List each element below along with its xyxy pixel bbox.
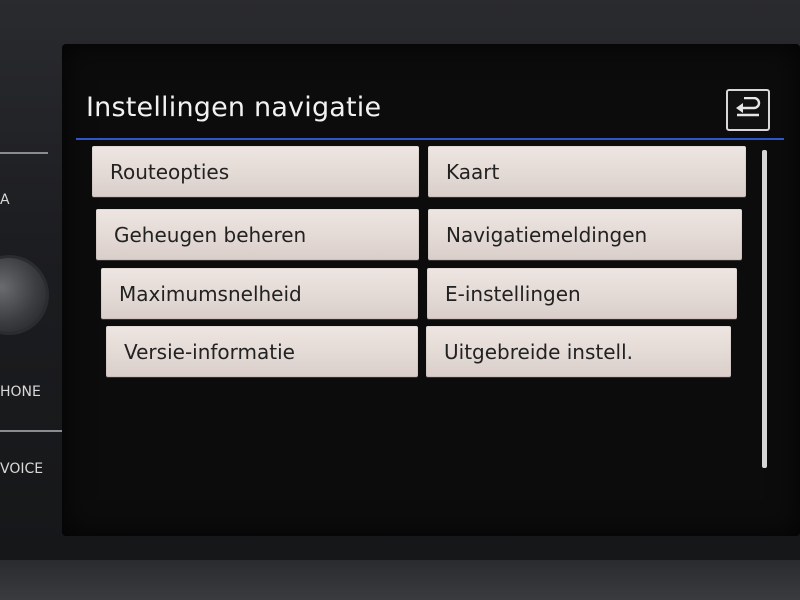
menu-item-label: Versie-informatie (124, 339, 295, 364)
back-button[interactable] (726, 89, 770, 131)
side-button-label-phone[interactable]: HONE (0, 384, 41, 400)
menu-item-kaart[interactable]: Kaart (428, 146, 746, 197)
menu-item-label: Kaart (446, 159, 500, 184)
divider-line (0, 430, 64, 432)
menu-item-label: E-instellingen (445, 281, 581, 306)
title-underline (76, 138, 784, 140)
menu-item-geheugen-beheren[interactable]: Geheugen beheren (96, 209, 419, 260)
menu-item-navigatiemeldingen[interactable]: Navigatiemeldingen (428, 209, 742, 260)
divider-line (0, 152, 48, 154)
menu-item-e-instellingen[interactable]: E-instellingen (427, 268, 737, 319)
page-title: Instellingen navigatie (86, 92, 382, 123)
menu-item-label: Uitgebreide instell. (444, 339, 634, 364)
menu-item-routeopties[interactable]: Routeopties (92, 146, 419, 197)
side-button-label-voice[interactable]: VOICE (0, 461, 43, 477)
menu-item-uitgebreide-instellingen[interactable]: Uitgebreide instell. (426, 326, 731, 377)
bezel-bottom-edge (0, 560, 800, 600)
menu-item-maximumsnelheid[interactable]: Maximumsnelheid (101, 268, 418, 319)
menu-item-versie-informatie[interactable]: Versie-informatie (106, 326, 418, 377)
menu-item-label: Navigatiemeldingen (446, 222, 648, 247)
scrollbar[interactable] (762, 150, 767, 468)
menu-item-label: Routeopties (110, 159, 230, 184)
menu-item-label: Maximumsnelheid (119, 281, 302, 306)
side-button-label-a[interactable]: A (0, 192, 10, 208)
menu-item-label: Geheugen beheren (114, 222, 307, 247)
back-arrow-icon (734, 96, 762, 123)
